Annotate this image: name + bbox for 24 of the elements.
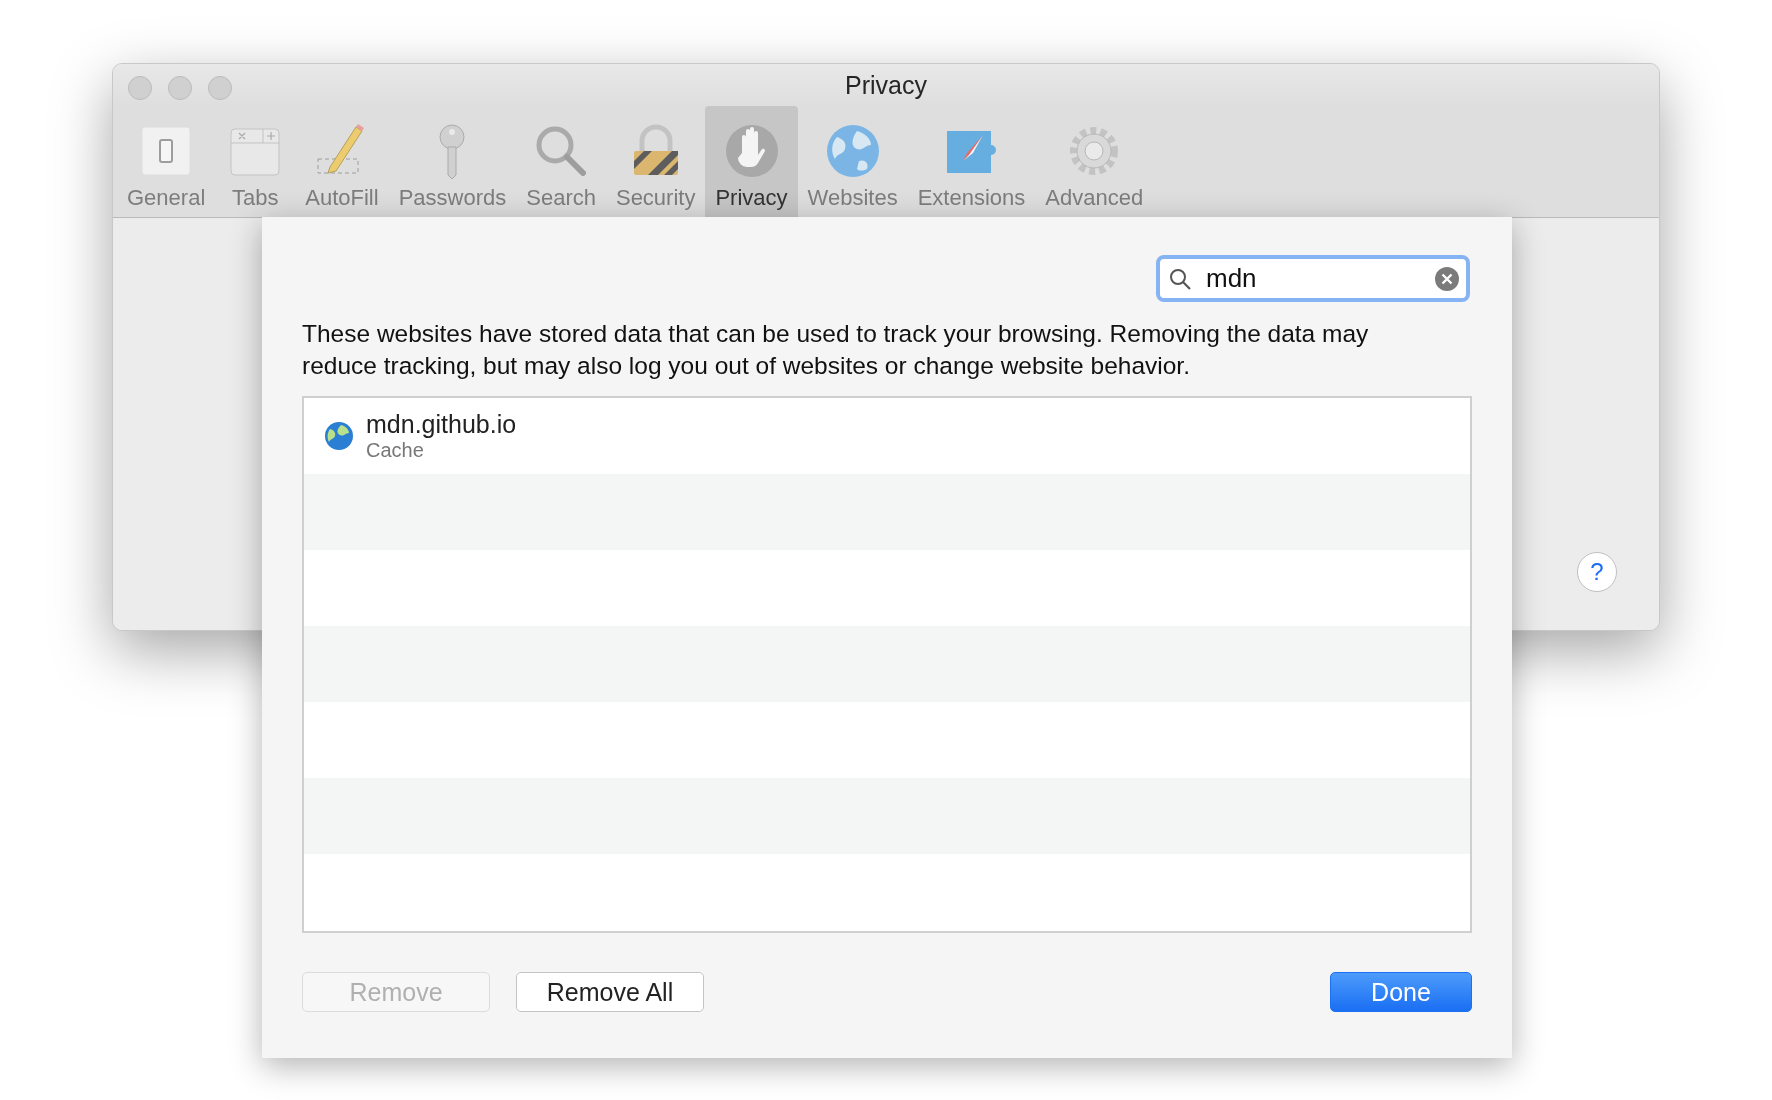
clear-icon[interactable] (1434, 266, 1460, 292)
toolbar-tab[interactable]: Security (605, 106, 706, 217)
toolbar-tab[interactable]: Websites (797, 106, 908, 217)
website-name: mdn.github.io (366, 410, 517, 439)
globe-icon (324, 421, 354, 451)
window-title: Privacy (845, 70, 927, 101)
toolbar-tab[interactable]: General (117, 106, 216, 217)
search-icon (1168, 267, 1192, 291)
dialog-button[interactable]: Done (1330, 972, 1472, 1012)
description-text: These websites have stored data that can be used to track your browsing. Removing the data may reduce tracking, but may also log you out of websites or change website behavior. (302, 319, 1370, 381)
help-button[interactable]: ? (1577, 552, 1617, 592)
website-data-type: Cache (366, 439, 425, 462)
toolbar-tab[interactable]: Extensions (907, 106, 1036, 217)
search-field[interactable]: mdn (1156, 255, 1470, 302)
toolbar-tab[interactable]: Search (516, 106, 606, 217)
dialog-button[interactable]: Remove All (516, 972, 704, 1012)
toolbar-tab[interactable]: Advanced (1035, 106, 1154, 217)
zoom-button[interactable] (208, 76, 232, 100)
toolbar-tab[interactable]: Privacy (705, 106, 798, 217)
close-button[interactable] (128, 76, 152, 100)
toolbar-tab[interactable]: AutoFill (295, 106, 389, 217)
toolbar-tab[interactable]: Passwords (388, 106, 517, 217)
toolbar-tab[interactable]: Tabs (215, 106, 296, 217)
minimize-button[interactable] (168, 76, 192, 100)
